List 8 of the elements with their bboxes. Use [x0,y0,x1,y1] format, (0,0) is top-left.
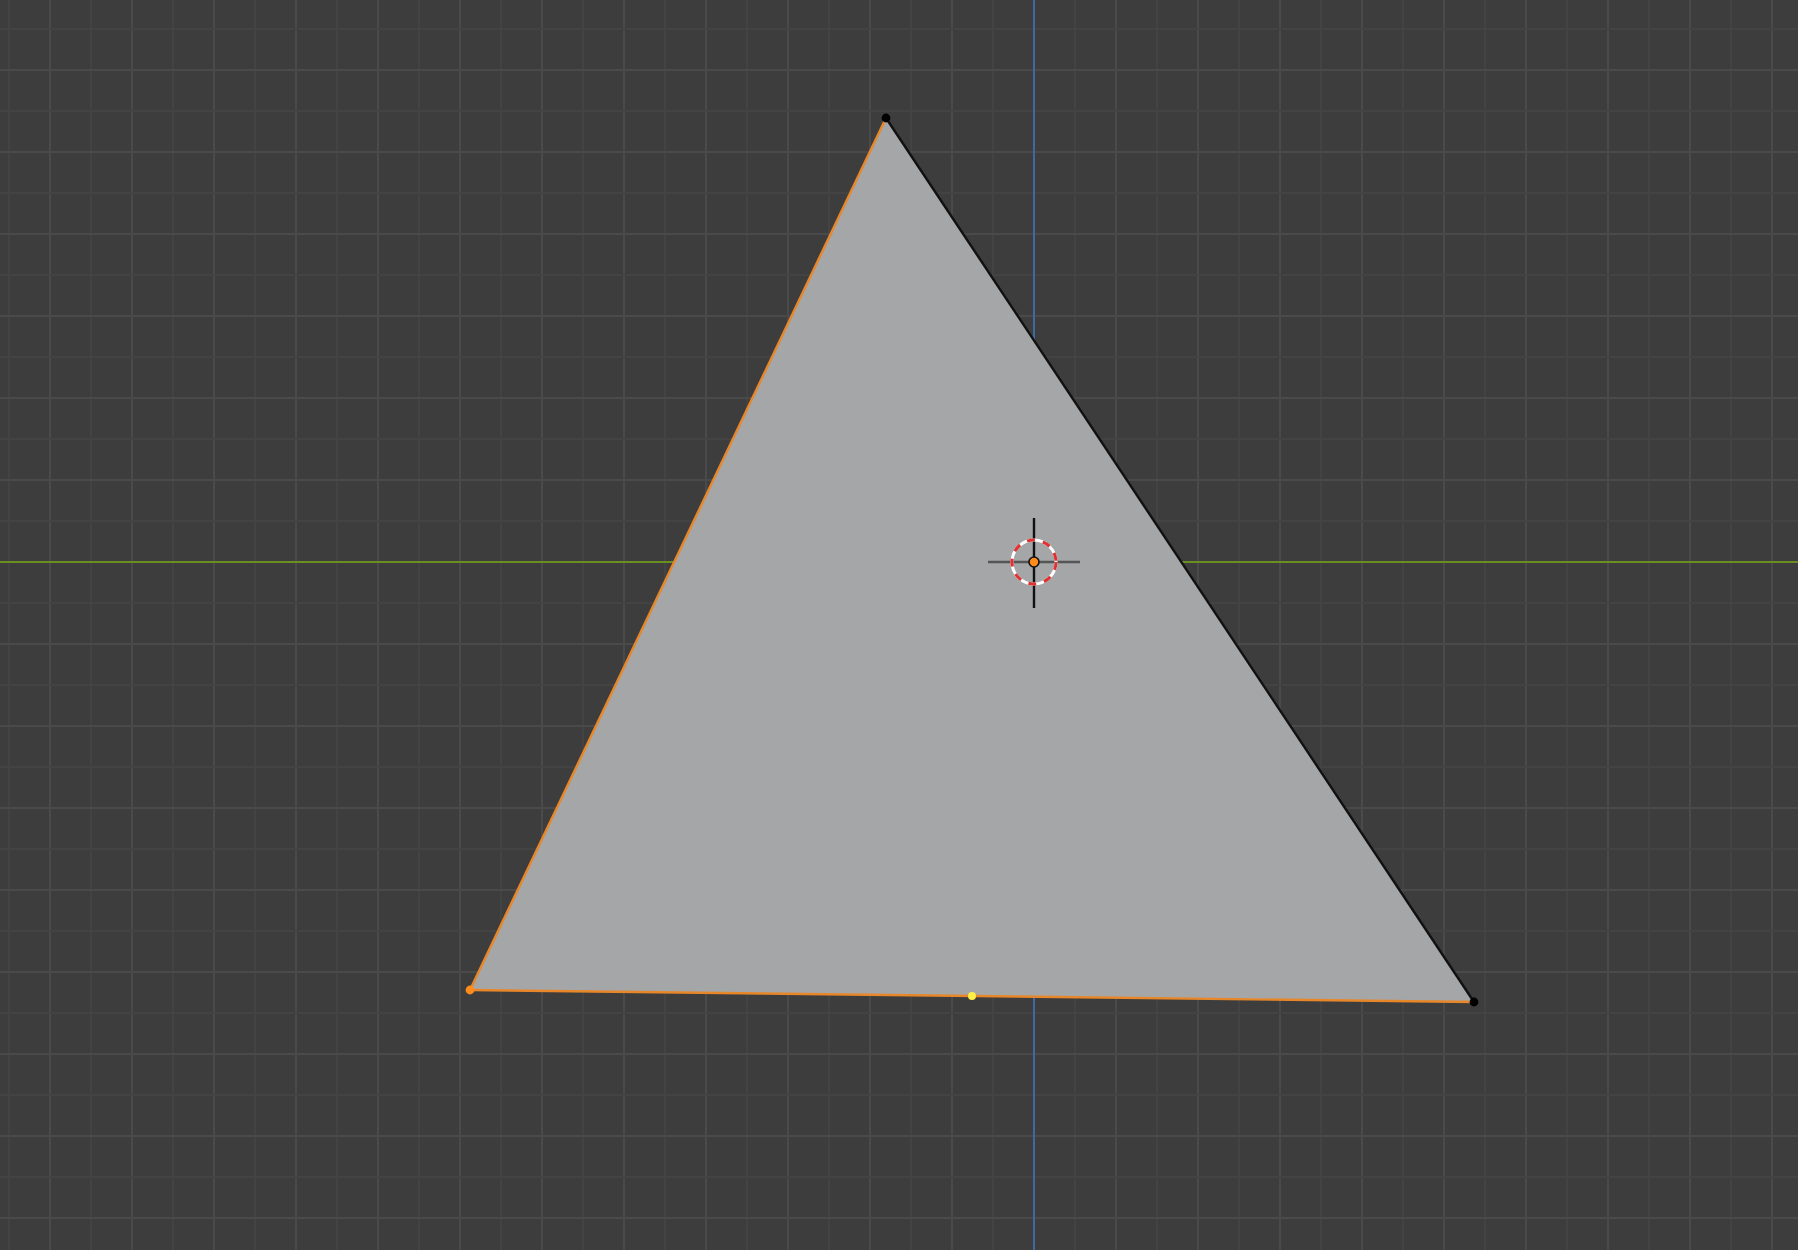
mesh-vertex[interactable] [881,113,891,123]
3d-cursor-icon [988,518,1080,608]
mesh-vertex[interactable] [1469,997,1479,1007]
mesh-edge[interactable] [468,117,888,991]
mesh-edge[interactable] [470,988,1474,1004]
mesh-vertex[interactable] [465,985,475,995]
edge-midpoint-dot [968,992,976,1000]
mesh-edge[interactable] [885,117,1475,1003]
